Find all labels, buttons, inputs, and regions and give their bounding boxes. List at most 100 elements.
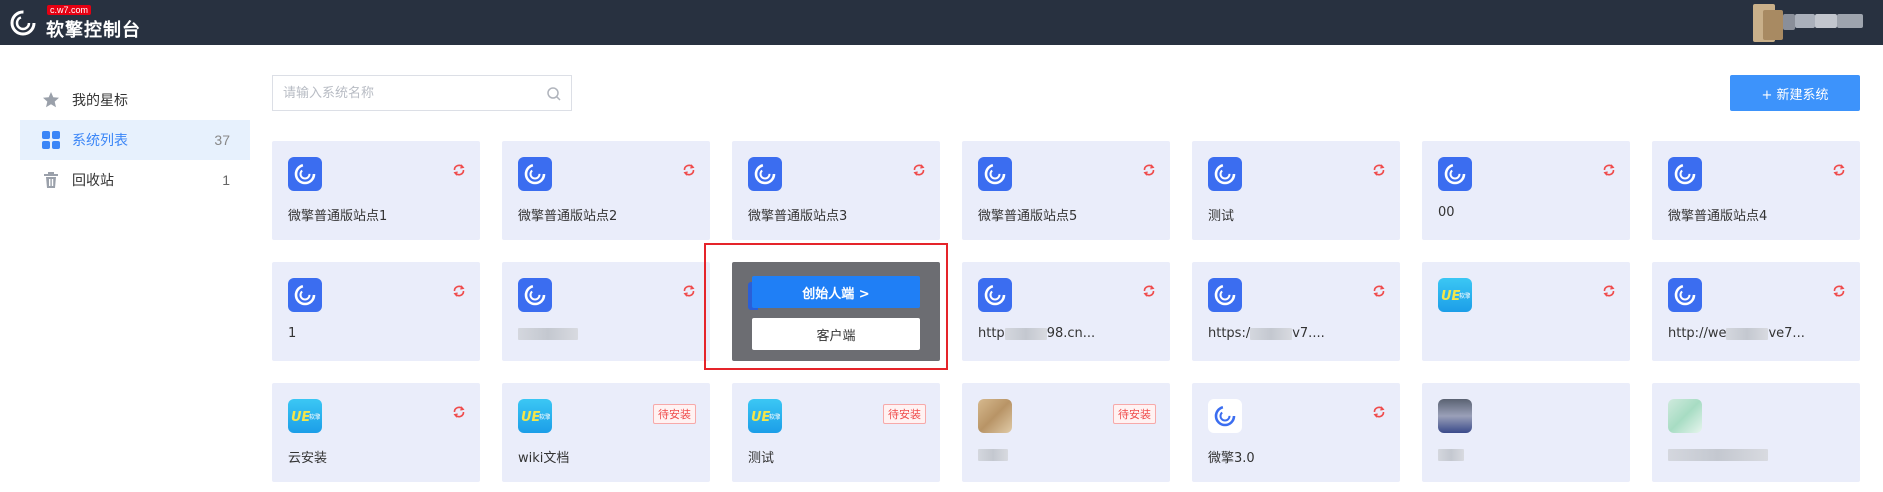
sidebar-item-label: 我的星标 [72, 93, 128, 109]
system-card[interactable] [1422, 383, 1630, 482]
search-box [272, 75, 572, 111]
sync-icon[interactable] [1832, 163, 1846, 177]
pending-install-badge: 待安装 [1113, 404, 1156, 424]
sidebar-item-count: 1 [222, 172, 230, 188]
card-name: 测试 [1208, 209, 1235, 224]
sidebar-item-recycle-bin[interactable]: 回收站 1 [20, 160, 250, 200]
sync-icon[interactable] [452, 284, 466, 298]
system-card[interactable] [1652, 383, 1860, 482]
redacted-text [978, 448, 1008, 461]
system-card[interactable]: https:/v7.... [1192, 262, 1400, 361]
card-name [518, 326, 578, 341]
card-name: http 98.cn... [978, 326, 1096, 341]
system-card[interactable]: 微擎普通版站点5 [962, 141, 1170, 240]
system-card[interactable]: 微擎3.0 [1192, 383, 1400, 482]
card-name: 云安装 [288, 451, 328, 466]
sidebar: 我的星标 系统列表 37 回收站 1 [20, 80, 250, 200]
app-icon: UE 软擎 [748, 399, 782, 433]
sync-icon[interactable] [912, 163, 926, 177]
card-name: 微擎普通版站点3 [748, 209, 848, 224]
card-name: 微擎普通版站点2 [518, 209, 618, 224]
logo-badge: c.w7.com [47, 5, 92, 15]
card-name: 测试 [748, 451, 775, 466]
redacted-text [1438, 448, 1464, 461]
sidebar-item-label: 回收站 [72, 173, 114, 189]
sync-icon[interactable] [452, 163, 466, 177]
highlight-frame [704, 243, 948, 370]
system-card[interactable]: 1 [272, 262, 480, 361]
system-card[interactable]: 微擎普通版站点3 [732, 141, 940, 240]
new-system-button[interactable]: + 新建系统 [1730, 75, 1860, 111]
sidebar-item-system-list[interactable]: 系统列表 37 [20, 120, 250, 160]
card-name [1668, 447, 1768, 462]
system-card[interactable] [502, 262, 710, 361]
trash-icon [42, 171, 60, 189]
app-icon [288, 157, 322, 191]
card-name: http://we ve7... [1668, 326, 1805, 341]
app-icon [1208, 157, 1242, 191]
card-name: 1 [288, 326, 297, 341]
system-card[interactable]: 微擎普通版站点2 [502, 141, 710, 240]
svg-text:UE: UE [1441, 289, 1461, 304]
system-card[interactable]: 待安装 [962, 383, 1170, 482]
app-icon [748, 157, 782, 191]
sync-icon[interactable] [1142, 284, 1156, 298]
sync-icon[interactable] [1602, 284, 1616, 298]
system-card[interactable]: http://we ve7... [1652, 262, 1860, 361]
redacted-text [1668, 448, 1768, 461]
app-icon [288, 278, 322, 312]
card-name: wiki文档 [518, 451, 570, 466]
logo-icon[interactable] [8, 8, 38, 38]
app-icon [978, 278, 1012, 312]
app-icon [978, 399, 1012, 433]
app-icon: UE 软擎 [518, 399, 552, 433]
sync-icon[interactable] [1602, 163, 1616, 177]
sidebar-item-count: 37 [214, 132, 230, 148]
system-card[interactable]: 微擎普通版站点1 [272, 141, 480, 240]
pending-install-badge: 待安装 [883, 404, 926, 424]
system-card[interactable]: 00 [1422, 141, 1630, 240]
sync-icon[interactable] [682, 163, 696, 177]
search-input[interactable] [273, 76, 533, 110]
system-card[interactable]: 微擎普通版站点4 [1652, 141, 1860, 240]
card-name: https:/v7.... [1208, 326, 1325, 341]
system-card[interactable]: UE 软擎 [1422, 262, 1630, 361]
sync-icon[interactable] [1142, 163, 1156, 177]
sync-icon[interactable] [452, 405, 466, 419]
system-card[interactable]: UE 软擎云安装 [272, 383, 480, 482]
app-icon: UE 软擎 [288, 399, 322, 433]
svg-text:软擎: 软擎 [539, 413, 550, 421]
sync-icon[interactable] [1832, 284, 1846, 298]
system-card[interactable]: UE 软擎测试 待安装 [732, 383, 940, 482]
svg-text:软擎: 软擎 [769, 413, 780, 421]
card-name [978, 447, 1008, 462]
card-name: 微擎普通版站点1 [288, 209, 388, 224]
app-title: 软擎控制台 [46, 20, 141, 41]
app-icon [518, 157, 552, 191]
sync-icon[interactable] [682, 284, 696, 298]
user-avatar[interactable] [1748, 0, 1878, 45]
card-name: 微擎普通版站点5 [978, 209, 1078, 224]
grid-icon [42, 131, 60, 149]
app-icon [1438, 157, 1472, 191]
system-card[interactable]: http 98.cn... [962, 262, 1170, 361]
app-icon [1208, 278, 1242, 312]
sync-icon[interactable] [1372, 284, 1386, 298]
app-icon [1668, 157, 1702, 191]
sidebar-item-starred[interactable]: 我的星标 [20, 80, 250, 120]
app-icon [978, 157, 1012, 191]
system-card[interactable]: 测试 [1192, 141, 1400, 240]
svg-text:UE: UE [751, 410, 771, 425]
svg-text:UE: UE [521, 410, 541, 425]
redacted-text [1726, 327, 1769, 340]
system-card[interactable]: UE 软擎 wiki文档 待安装 [502, 383, 710, 482]
sync-icon[interactable] [1372, 163, 1386, 177]
svg-text:软擎: 软擎 [1459, 292, 1470, 300]
app-icon [1668, 278, 1702, 312]
sync-icon[interactable] [1372, 405, 1386, 419]
svg-text:软擎: 软擎 [309, 413, 320, 421]
top-bar: c.w7.com 软擎控制台 [0, 0, 1883, 45]
redacted-text [518, 327, 578, 340]
search-icon[interactable] [546, 86, 562, 102]
redacted-text [1250, 327, 1293, 340]
